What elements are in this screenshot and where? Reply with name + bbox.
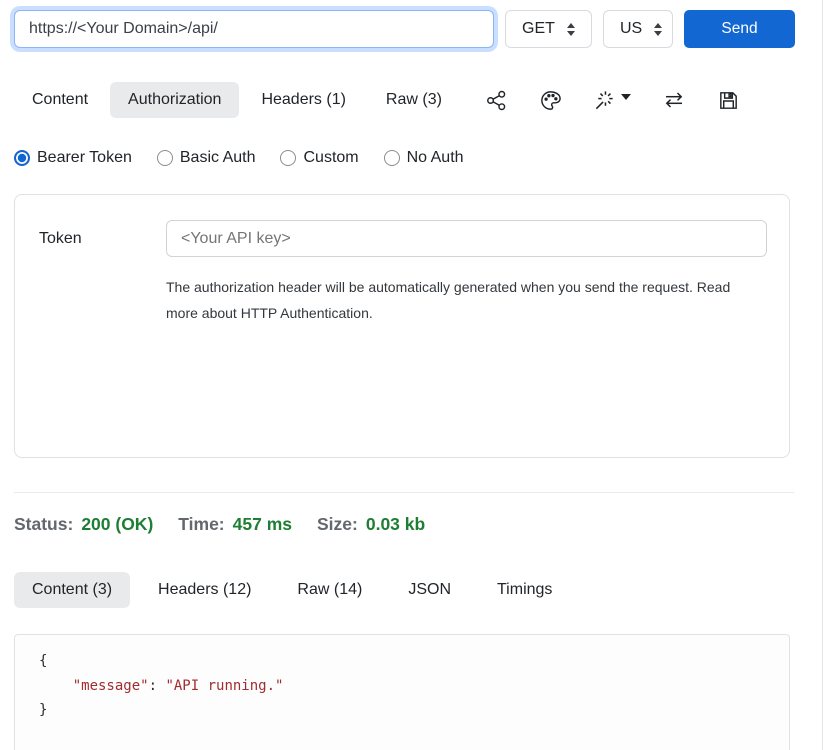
request-tabs-row: Content Authorization Headers (1) Raw (3… xyxy=(14,82,795,118)
code-close-brace: } xyxy=(39,702,47,718)
token-label: Token xyxy=(39,230,166,248)
swap-arrows-icon[interactable] xyxy=(662,88,686,112)
right-column-divider xyxy=(822,0,823,750)
auth-option-label: Bearer Token xyxy=(37,149,132,167)
select-arrows-icon xyxy=(654,23,662,36)
code-indent xyxy=(39,678,73,694)
code-key: "message" xyxy=(73,678,149,694)
save-icon[interactable] xyxy=(717,89,740,112)
region-select-value: US xyxy=(620,20,642,38)
resp-tab-json[interactable]: JSON xyxy=(390,572,469,608)
auth-option-custom[interactable]: Custom xyxy=(280,149,358,167)
api-client-page: GET US Send Content Authorization Header… xyxy=(0,0,837,750)
time-value: 457 ms xyxy=(233,514,292,535)
token-help-text: The authorization header will be automat… xyxy=(166,274,754,326)
response-status-row: Status: 200 (OK) Time: 457 ms Size: 0.03… xyxy=(14,514,795,535)
auth-type-options: Bearer Token Basic Auth Custom No Auth xyxy=(14,149,795,167)
auth-option-label: Basic Auth xyxy=(180,149,256,167)
palette-icon[interactable] xyxy=(539,89,562,112)
token-panel: Token The authorization header will be a… xyxy=(14,194,790,458)
code-value: "API running." xyxy=(165,678,283,694)
resp-tab-headers[interactable]: Headers (12) xyxy=(140,572,269,608)
resp-tab-raw[interactable]: Raw (14) xyxy=(279,572,380,608)
auth-option-bearer-token[interactable]: Bearer Token xyxy=(14,149,132,167)
status-group: Status: 200 (OK) xyxy=(14,514,153,535)
auth-option-label: Custom xyxy=(303,149,358,167)
radio-no-auth[interactable] xyxy=(384,150,400,166)
select-arrows-icon xyxy=(567,23,575,36)
response-body-code: { "message": "API running." } xyxy=(14,634,790,750)
radio-basic-auth[interactable] xyxy=(157,150,173,166)
url-input[interactable] xyxy=(14,10,494,48)
region-select[interactable]: US xyxy=(603,10,673,48)
tab-headers[interactable]: Headers (1) xyxy=(243,82,363,118)
radio-custom[interactable] xyxy=(280,150,296,166)
status-label: Status: xyxy=(14,514,73,535)
token-input[interactable] xyxy=(166,220,767,257)
toolbar xyxy=(485,88,795,112)
time-label: Time: xyxy=(178,514,224,535)
auth-option-no-auth[interactable]: No Auth xyxy=(384,149,464,167)
code-line: "message": "API running." xyxy=(39,674,765,699)
code-line: } xyxy=(39,698,765,723)
share-icon[interactable] xyxy=(485,89,508,112)
size-group: Size: 0.03 kb xyxy=(317,514,425,535)
auth-option-label: No Auth xyxy=(407,149,464,167)
code-line: { xyxy=(39,649,765,674)
resp-tab-content[interactable]: Content (3) xyxy=(14,572,130,608)
method-select[interactable]: GET xyxy=(505,10,592,48)
tab-authorization[interactable]: Authorization xyxy=(110,82,239,118)
size-value: 0.03 kb xyxy=(366,514,425,535)
send-button[interactable]: Send xyxy=(684,10,795,48)
magic-wand-icon[interactable] xyxy=(593,89,631,112)
auth-option-basic-auth[interactable]: Basic Auth xyxy=(157,149,256,167)
code-colon: : xyxy=(149,678,166,694)
method-select-value: GET xyxy=(522,20,555,38)
request-tabs: Content Authorization Headers (1) Raw (3… xyxy=(14,82,460,118)
section-divider xyxy=(14,492,794,493)
size-label: Size: xyxy=(317,514,358,535)
status-value: 200 (OK) xyxy=(81,514,153,535)
chevron-down-icon xyxy=(621,94,631,100)
token-row: Token xyxy=(39,220,767,257)
resp-tab-timings[interactable]: Timings xyxy=(479,572,570,608)
tab-content[interactable]: Content xyxy=(14,82,106,118)
response-tabs: Content (3) Headers (12) Raw (14) JSON T… xyxy=(14,572,795,608)
tab-raw[interactable]: Raw (3) xyxy=(368,82,460,118)
time-group: Time: 457 ms xyxy=(178,514,292,535)
code-open-brace: { xyxy=(39,653,47,669)
request-bar: GET US Send xyxy=(14,0,795,48)
radio-bearer-token[interactable] xyxy=(14,150,30,166)
